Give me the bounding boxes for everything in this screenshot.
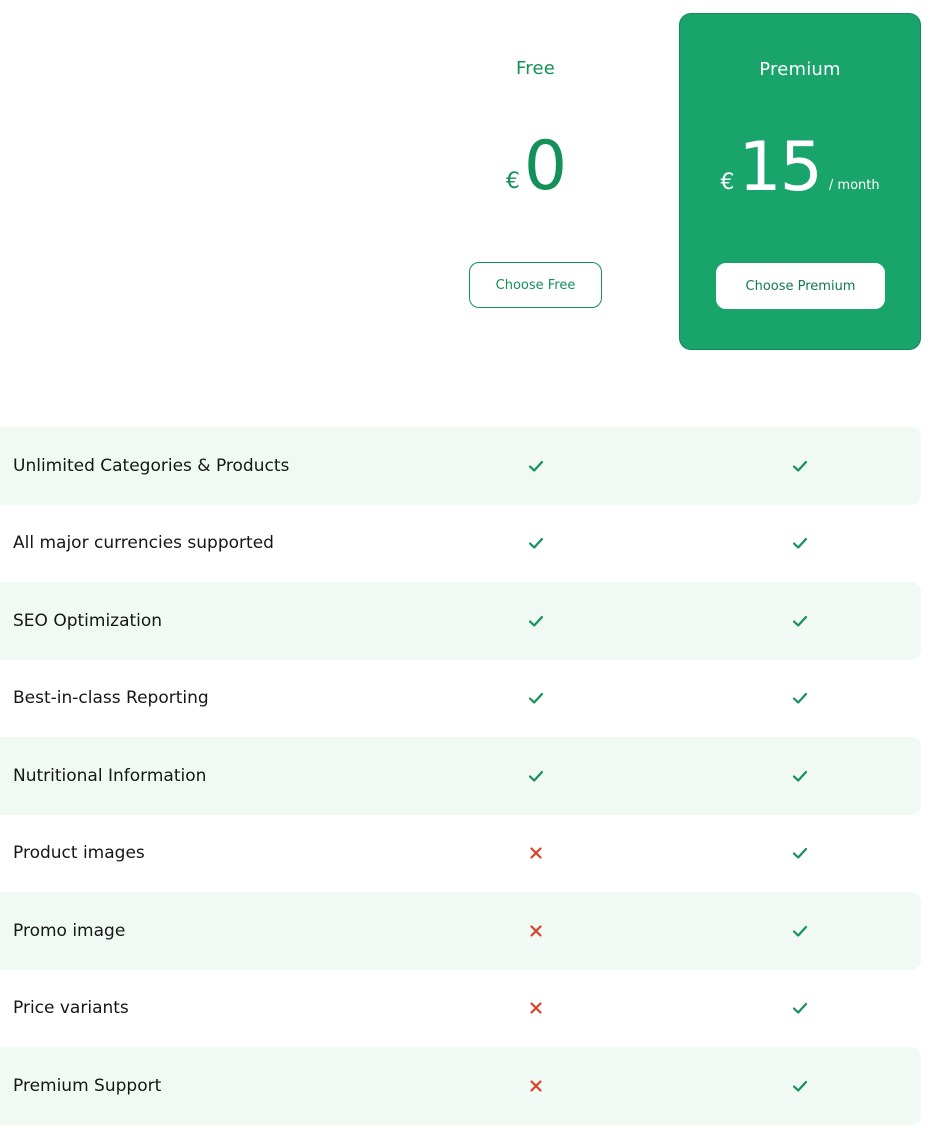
feature-label: Product images [13,843,145,864]
pricing-page: Free € 0 Choose Free Premium € 15 / mont… [0,0,938,1140]
free-plan-name: Free [516,58,555,79]
check-icon [525,610,547,632]
feature-comparison-table: Unlimited Categories & Products All major… [0,427,921,1125]
premium-plan-currency: € [720,170,735,195]
feature-label: SEO Optimization [13,610,163,631]
feature-label: Best-in-class Reporting [13,688,209,709]
feature-label: Promo image [13,920,126,941]
check-icon [789,455,811,477]
premium-plan-card: Premium € 15 / month Choose Premium [679,13,921,350]
cross-icon [525,1075,547,1097]
feature-label: Nutritional Information [13,765,207,786]
feature-label: Premium Support [13,1075,162,1096]
feature-label: Unlimited Categories & Products [13,455,290,476]
feature-label: All major currencies supported [13,533,274,554]
feature-row: Nutritional Information [0,737,921,815]
check-icon [789,532,811,554]
choose-premium-button[interactable]: Choose Premium [716,263,885,309]
feature-row: All major currencies supported [0,505,921,583]
check-icon [789,842,811,864]
feature-row: Unlimited Categories & Products [0,427,921,505]
premium-plan-amount: 15 [738,128,823,207]
choose-free-button[interactable]: Choose Free [469,262,602,308]
check-icon [789,920,811,942]
cross-icon [525,997,547,1019]
feature-row: Promo image [0,892,921,970]
cross-icon [525,920,547,942]
free-plan-price: € 0 [403,121,668,201]
check-icon [525,765,547,787]
cross-icon [525,842,547,864]
check-icon [789,687,811,709]
premium-plan-name: Premium [759,59,841,80]
free-plan-card: Free € 0 Choose Free [403,13,668,350]
check-icon [789,610,811,632]
feature-row: Premium Support [0,1047,921,1125]
free-plan-currency: € [505,169,520,194]
feature-row: Price variants [0,970,921,1048]
feature-row: Best-in-class Reporting [0,660,921,738]
check-icon [789,997,811,1019]
check-icon [789,765,811,787]
check-icon [789,1075,811,1097]
check-icon [525,455,547,477]
feature-row: Product images [0,815,921,893]
feature-label: Price variants [13,998,129,1019]
premium-plan-period: / month [828,178,880,193]
free-plan-amount: 0 [523,127,567,206]
feature-row: SEO Optimization [0,582,921,660]
check-icon [525,687,547,709]
premium-plan-price: € 15 / month [680,122,920,202]
check-icon [525,532,547,554]
